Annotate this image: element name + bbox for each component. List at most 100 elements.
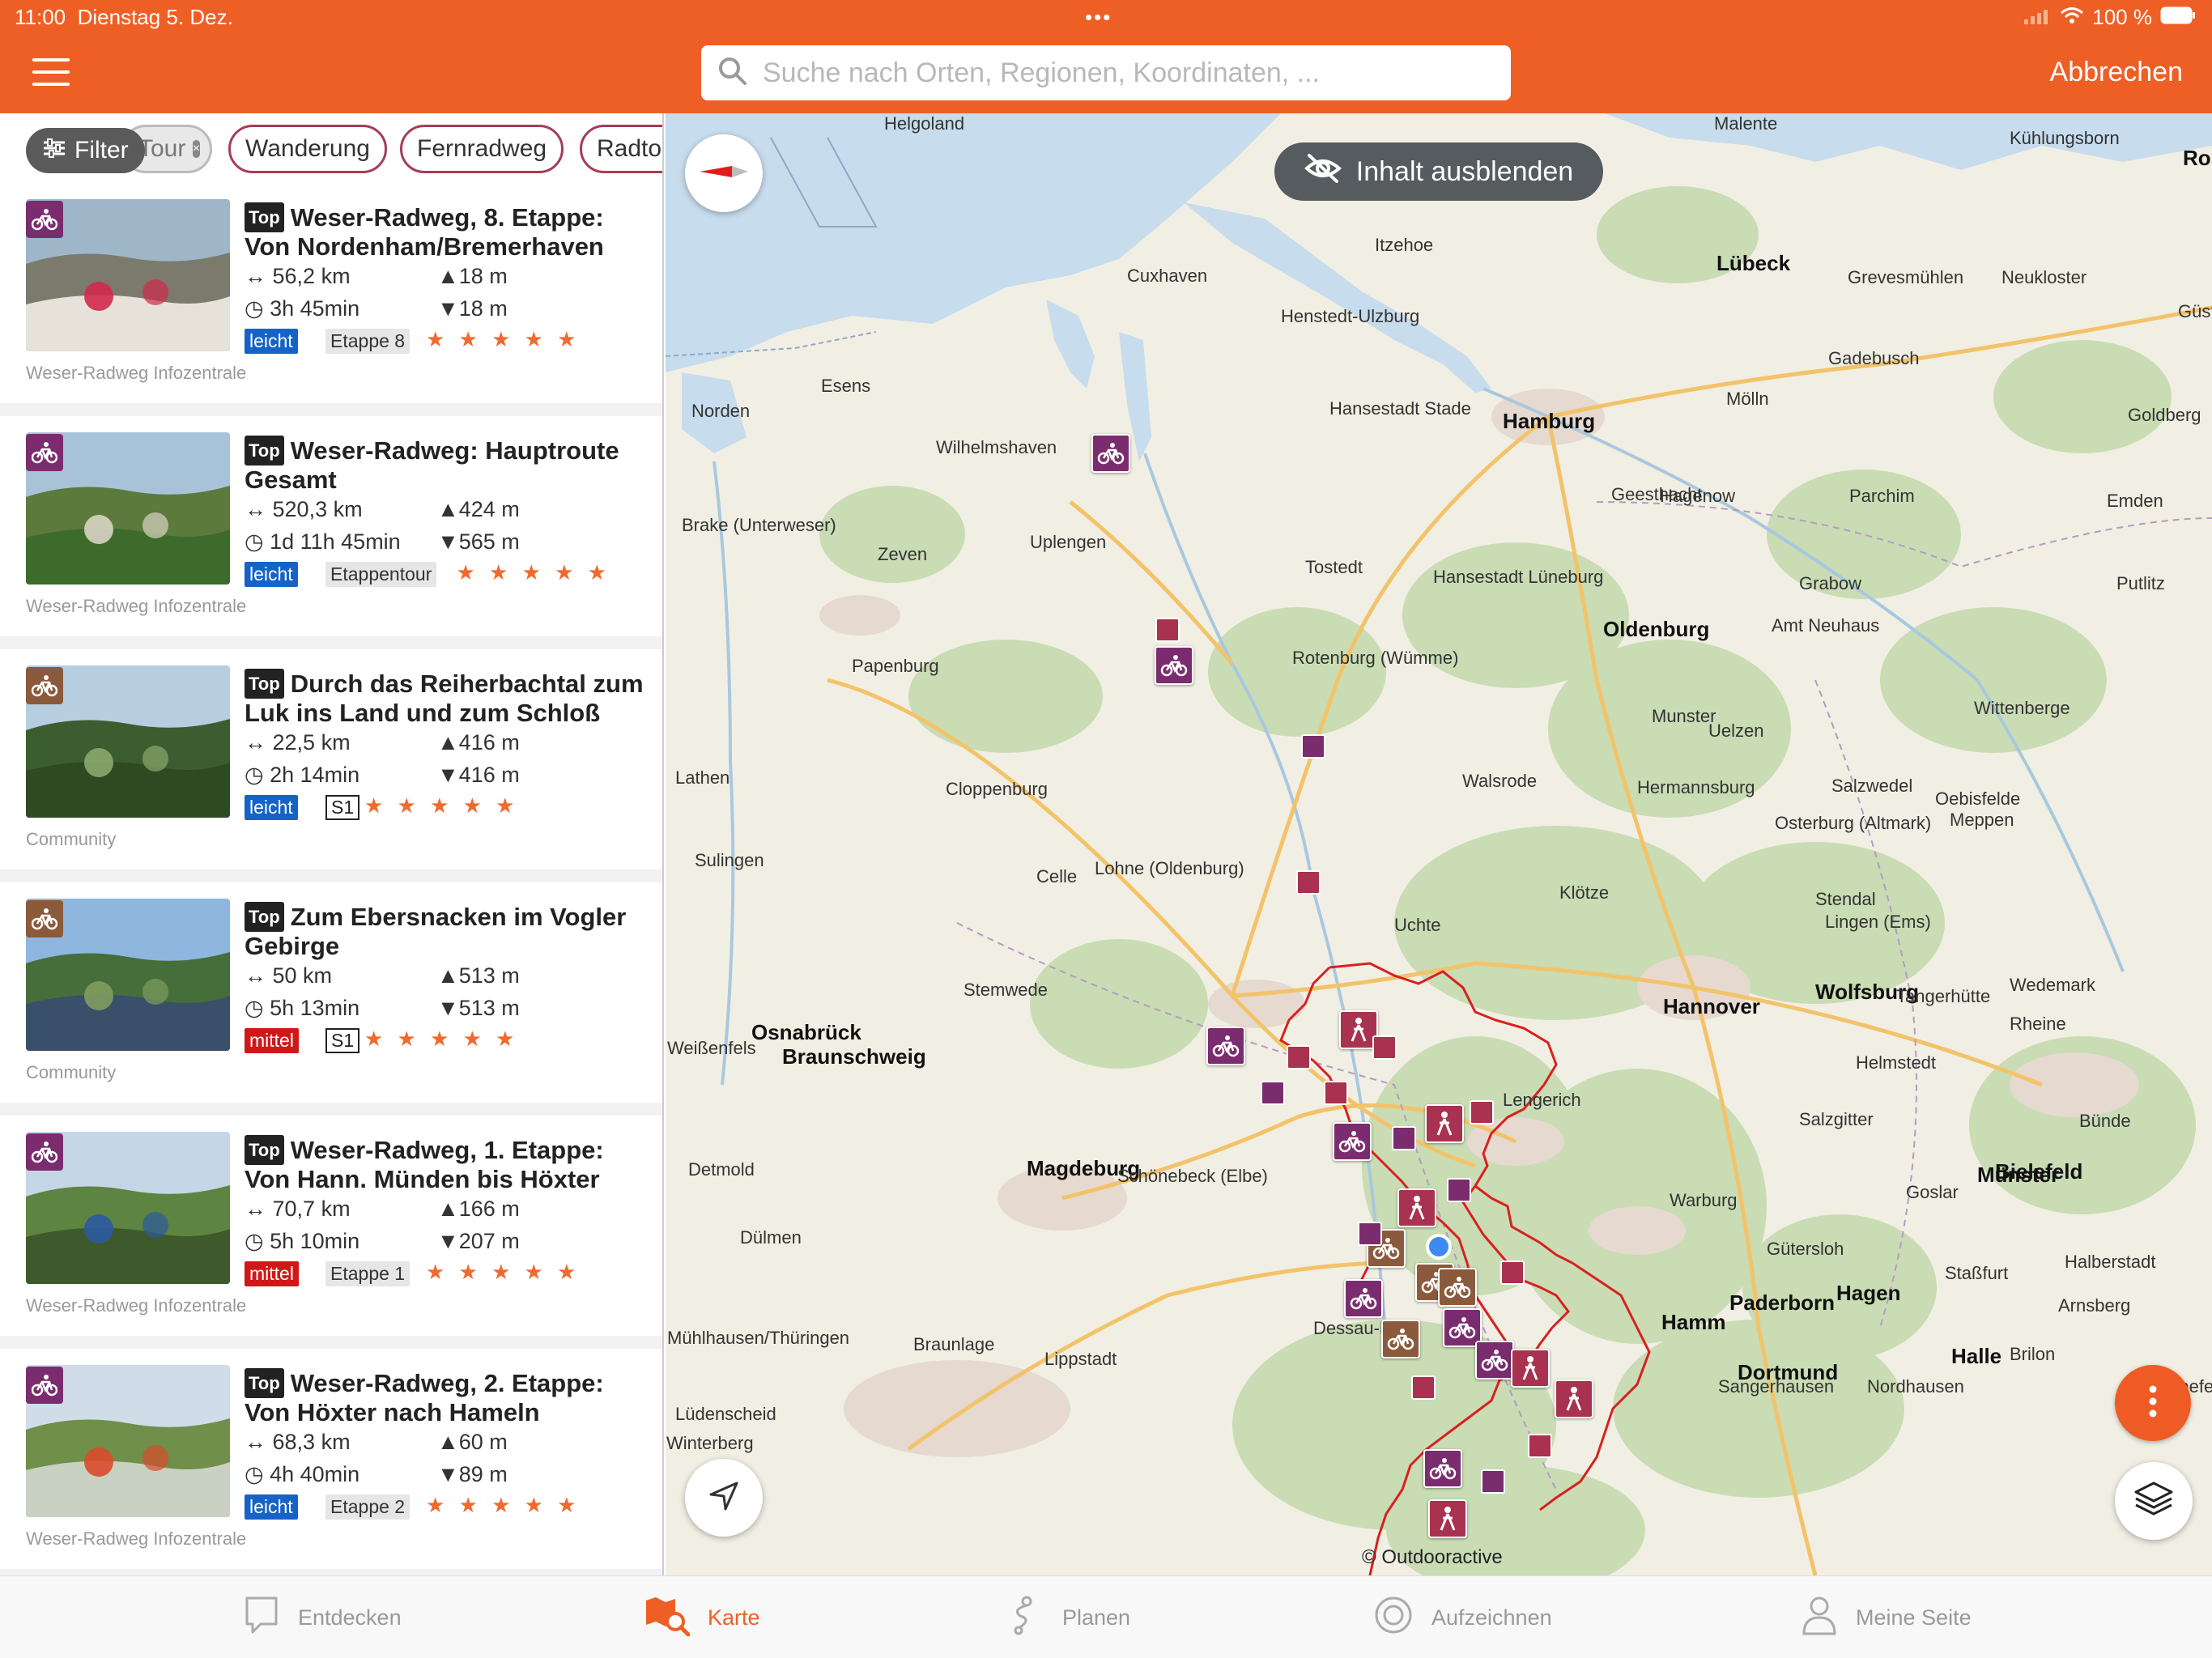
star-rating: ★ ★ ★ ★ ★ <box>364 793 519 818</box>
cancel-button[interactable]: Abbrechen <box>2050 57 2183 88</box>
hiking-marker-icon[interactable] <box>1555 1380 1593 1418</box>
close-icon[interactable]: × <box>192 140 201 158</box>
hiking-marker-icon[interactable] <box>1511 1349 1550 1388</box>
map-cluster-marker[interactable] <box>1481 1469 1505 1494</box>
more-options-button[interactable] <box>2115 1365 2191 1441</box>
multitasking-dots-icon[interactable]: ••• <box>1085 5 1112 30</box>
map-cluster-marker[interactable] <box>1411 1375 1436 1400</box>
tab-aufzeichnen[interactable]: Aufzeichnen <box>1373 1588 1552 1647</box>
map-cluster-marker[interactable] <box>1155 618 1180 642</box>
tour-title-text: Zum Ebersnacken im Vogler Gebirge <box>245 903 627 960</box>
top-badge: Top <box>245 902 284 932</box>
app-window: { "status": {"time": "11:00", "date": "D… <box>0 0 2212 1658</box>
map-place-label: Halle <box>1951 1344 2002 1368</box>
map-place-label: Mölln <box>1726 389 1769 409</box>
ascent: ▲416 m <box>437 730 520 755</box>
descent-value: 416 m <box>458 763 520 787</box>
tab-karte[interactable]: Karte <box>644 1588 760 1647</box>
bicycle-icon <box>26 434 63 471</box>
ascent-value: 424 m <box>458 497 520 521</box>
bicycle-marker-icon[interactable] <box>1333 1122 1372 1161</box>
map-place-label: Dülmen <box>740 1227 802 1248</box>
difficulty-badge: leicht <box>245 1494 298 1520</box>
filter-chip-fernradweg[interactable]: Fernradweg <box>400 125 564 173</box>
search-input[interactable]: Suche nach Orten, Regionen, Koordinaten,… <box>701 45 1511 100</box>
eye-off-icon <box>1304 153 1342 191</box>
descent: ▼416 m <box>437 763 520 788</box>
compass-button[interactable] <box>685 134 763 212</box>
map-cluster-marker[interactable] <box>1301 734 1325 759</box>
tab-entdecken[interactable]: Entdecken <box>243 1588 402 1647</box>
map-view[interactable]: Helgoland Malente Kühlungsborn Rostock Itzeh… <box>666 113 2212 1575</box>
map-place-label: Salzgitter <box>1799 1109 1874 1129</box>
tour-title[interactable]: Top Weser-Radweg, 8. Etappe: Von Nordenha… <box>245 202 649 261</box>
map-cluster-marker[interactable] <box>1324 1081 1348 1105</box>
filter-button[interactable]: Filter <box>26 128 145 173</box>
battery-percent: 100 % <box>2092 5 2152 29</box>
tab-label: Entdecken <box>298 1605 402 1630</box>
stage-badge: Etappentour <box>325 562 437 587</box>
map-place-label: Walsrode <box>1462 771 1538 791</box>
mountain-bike-marker-icon[interactable] <box>1381 1320 1420 1358</box>
hamburger-menu-icon[interactable] <box>32 58 70 86</box>
clock-icon: ◷ <box>245 996 264 1020</box>
descent: ▼18 m <box>437 296 508 321</box>
tab-meine-seite[interactable]: Meine Seite <box>1801 1588 1972 1647</box>
tour-title[interactable]: Top Weser-Radweg, 1. Etappe: Von Hann. Mü… <box>245 1135 649 1193</box>
map-place-label: Emden <box>2107 491 2163 511</box>
map-cluster-marker[interactable] <box>1296 870 1321 895</box>
bicycle-marker-icon[interactable] <box>1423 1449 1462 1488</box>
map-cluster-marker[interactable] <box>1372 1035 1397 1060</box>
distance-value: 56,2 km <box>272 264 351 288</box>
tour-list-panel[interactable]: Tour × Filter Wanderung Fernradweg Radto… <box>0 113 664 1575</box>
map-place-label: Lohne (Oldenburg) <box>1095 858 1244 878</box>
discover-icon <box>243 1595 280 1641</box>
bicycle-marker-icon[interactable] <box>1344 1279 1383 1318</box>
top-badge: Top <box>245 436 284 466</box>
map-layers-button[interactable] <box>2115 1462 2193 1540</box>
tab-planen[interactable]: Planen <box>1004 1588 1130 1647</box>
distance: ↔ 70,7 km <box>245 1197 351 1222</box>
bicycle-marker-icon[interactable] <box>1206 1027 1245 1065</box>
tour-card[interactable]: Top Weser-Radweg: Hauptroute Gesamt ↔ 520… <box>0 416 662 636</box>
hiking-marker-icon[interactable] <box>1425 1104 1464 1143</box>
tour-card[interactable]: Top Weser-Radweg, 8. Etappe: Von Nordenha… <box>0 183 662 403</box>
tour-title[interactable]: Top Weser-Radweg: Hauptroute Gesamt <box>245 436 649 494</box>
map-cluster-marker[interactable] <box>1261 1081 1285 1105</box>
bicycle-marker-icon[interactable] <box>1155 646 1193 685</box>
map-cluster-marker[interactable] <box>1470 1100 1494 1124</box>
bicycle-marker-icon[interactable] <box>1091 434 1130 473</box>
mountain-bike-marker-icon[interactable] <box>1438 1268 1477 1307</box>
tour-title[interactable]: Top Durch das Reiherbachtal zum Luk ins L… <box>245 669 649 727</box>
map-cluster-marker[interactable] <box>1287 1045 1311 1069</box>
map-cluster-marker[interactable] <box>1392 1126 1416 1150</box>
distance: ↔ 50 km <box>245 963 332 988</box>
bicycle-icon <box>26 1367 63 1404</box>
chip-label: Radtour <box>597 135 662 162</box>
map-cluster-marker[interactable] <box>1358 1222 1382 1246</box>
filter-chip-bar[interactable]: Tour × Filter Wanderung Fernradweg Radto… <box>0 113 662 183</box>
star-rating: ★ ★ ★ ★ ★ <box>426 1260 581 1284</box>
more-vertical-icon <box>2149 1385 2157 1422</box>
locate-me-button[interactable] <box>685 1459 763 1537</box>
tour-card[interactable]: Top Zum Ebersnacken im Vogler Gebirge ↔ 5… <box>0 882 662 1103</box>
distance-icon: ↔ <box>245 264 266 288</box>
filter-chip-wanderung[interactable]: Wanderung <box>228 125 387 173</box>
map-place-label: Putlitz <box>2116 573 2165 593</box>
tour-card[interactable]: Top Weser-Radweg, 2. Etappe: Von Höxter n… <box>0 1349 662 1569</box>
tour-card[interactable]: Top Durch das Reiherbachtal zum Luk ins L… <box>0 649 662 869</box>
hiking-marker-icon[interactable] <box>1397 1188 1436 1227</box>
tour-title[interactable]: Top Weser-Radweg, 2. Etappe: Von Höxter n… <box>245 1368 649 1426</box>
tour-title[interactable]: Top Zum Ebersnacken im Vogler Gebirge <box>245 902 649 960</box>
filter-chip-radtour[interactable]: Radtour <box>580 125 662 173</box>
hide-content-button[interactable]: Inhalt ausblenden <box>1274 142 1603 201</box>
star-rating: ★ ★ ★ ★ ★ <box>364 1027 519 1051</box>
bicycle-marker-icon[interactable] <box>1475 1341 1514 1380</box>
map-cluster-marker[interactable] <box>1447 1178 1471 1202</box>
map-cluster-marker[interactable] <box>1528 1434 1552 1458</box>
map-cluster-marker[interactable] <box>1500 1261 1525 1285</box>
map-copyright[interactable]: © Outdooractive <box>1362 1546 1503 1569</box>
map-place-label: Cloppenburg <box>946 779 1048 799</box>
tour-card[interactable]: Top Weser-Radweg, 1. Etappe: Von Hann. Mü… <box>0 1116 662 1336</box>
hiking-marker-icon[interactable] <box>1428 1499 1467 1538</box>
